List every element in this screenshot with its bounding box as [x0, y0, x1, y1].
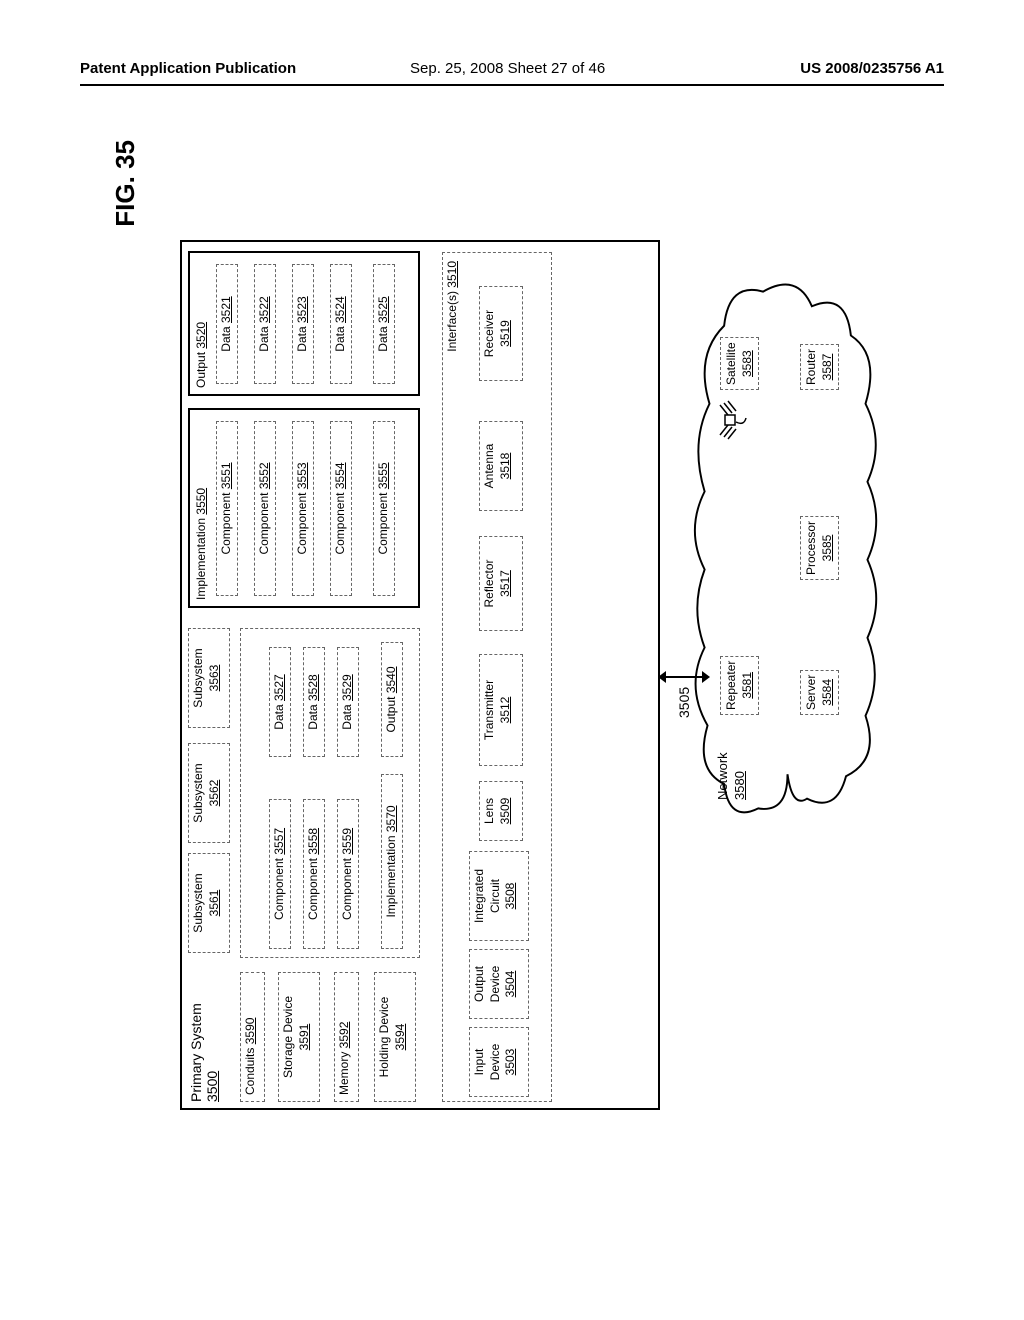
antenna-3518: Antenna3518	[479, 421, 523, 511]
data-3525: Data 3525	[373, 264, 395, 384]
router-3587: Router3587	[800, 344, 839, 390]
data-3521: Data 3521	[216, 264, 238, 384]
component-3551: Component 3551	[216, 421, 238, 596]
storage-device-box: Storage Device3591	[278, 972, 320, 1102]
data-3529: Data 3529	[337, 647, 359, 757]
implementation-3550-box: Implementation 3550 Component 3551 Compo…	[188, 408, 420, 608]
conduits-box: Conduits 3590	[240, 972, 265, 1102]
component-3553: Component 3553	[292, 421, 314, 596]
repeater-3581: Repeater3581	[720, 656, 759, 715]
header-divider	[80, 84, 944, 86]
server-3584: Server3584	[800, 670, 839, 715]
data-3524: Data 3524	[330, 264, 352, 384]
component-3554: Component 3554	[330, 421, 352, 596]
component-3559: Component 3559	[337, 799, 359, 949]
primary-system-box: Primary System 3500 Subsystem3561 Subsys…	[180, 240, 660, 1110]
satellite-icon	[710, 400, 750, 440]
component-3552: Component 3552	[254, 421, 276, 596]
data-3527: Data 3527	[269, 647, 291, 757]
integrated-circuit-3508: IntegratedCircuit3508	[469, 851, 529, 941]
data-3523: Data 3523	[292, 264, 314, 384]
subsystem-3563: Subsystem3563	[188, 628, 230, 728]
transmitter-3512: Transmitter3512	[479, 654, 523, 766]
lens-3509: Lens3509	[479, 781, 523, 841]
receiver-3519: Receiver3519	[479, 286, 523, 381]
output-3520-box: Output 3520 Data 3521 Data 3522 Data 352…	[188, 251, 420, 396]
figure-35: FIG. 35 Primary System 3500 Subsystem356…	[70, 290, 950, 1050]
header-pub-number: US 2008/0235756 A1	[800, 60, 944, 77]
component-3557: Component 3557	[269, 799, 291, 949]
memory-box: Memory 3592	[334, 972, 359, 1102]
implementation-3570: Implementation 3570	[381, 774, 403, 949]
output-device-3504: OutputDevice3504	[469, 949, 529, 1019]
component-3558: Component 3558	[303, 799, 325, 949]
network-title: Network3580	[715, 752, 749, 800]
figure-label: FIG. 35	[110, 140, 141, 227]
subsystem-3561: Subsystem3561	[188, 853, 230, 953]
reflector-3517: Reflector3517	[479, 536, 523, 631]
component-3555: Component 3555	[373, 421, 395, 596]
header-date-sheet: Sep. 25, 2008 Sheet 27 of 46	[410, 60, 605, 77]
input-device-3503: InputDevice3503	[469, 1027, 529, 1097]
subsystem-3562: Subsystem3562	[188, 743, 230, 843]
processor-3585: Processor3585	[800, 516, 839, 580]
output-3540: Output 3540	[381, 642, 403, 757]
mid-dashed-region: Component 3557 Component 3558 Component …	[240, 628, 420, 958]
interfaces-3510-box: Interface(s) 3510 InputDevice3503 Output…	[442, 252, 552, 1102]
network-cloud: Network3580 Repeater3581	[690, 290, 890, 830]
holding-device-box: Holding Device3594	[374, 972, 416, 1102]
header-publication: Patent Application Publication	[80, 60, 296, 77]
data-3522: Data 3522	[254, 264, 276, 384]
satellite-3583: Satellite3583	[720, 337, 759, 390]
data-3528: Data 3528	[303, 647, 325, 757]
